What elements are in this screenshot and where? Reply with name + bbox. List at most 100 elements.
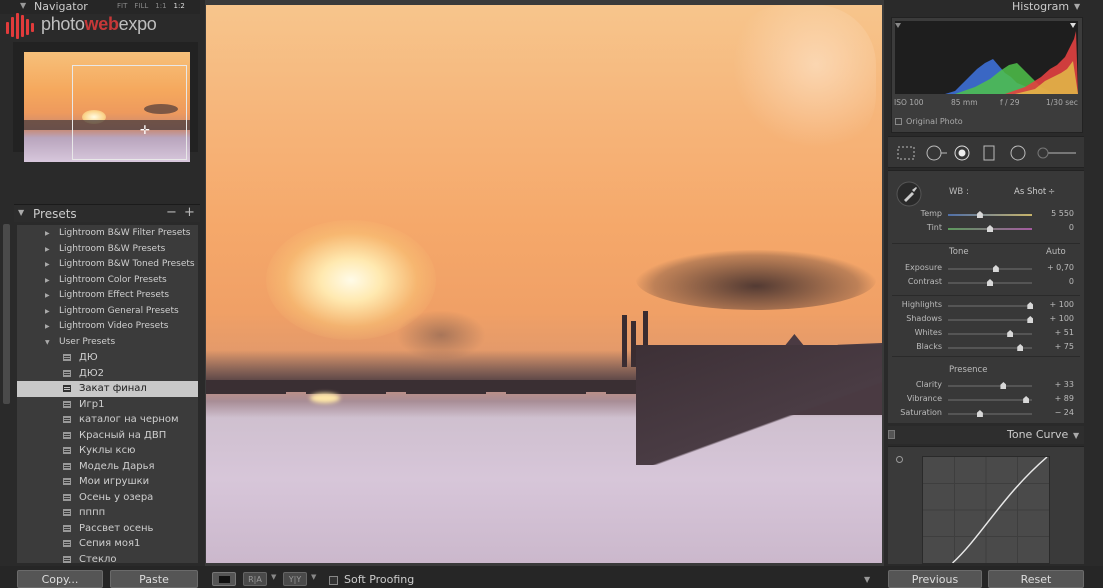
tone-auto-button[interactable]: Auto (1046, 247, 1066, 257)
slider-value[interactable]: + 100 (1034, 314, 1074, 323)
slider-knob[interactable] (1027, 302, 1034, 309)
preset-item[interactable]: Игр1 (17, 397, 198, 413)
preset-item[interactable]: Стекло (17, 552, 198, 563)
folder-expanded-icon[interactable]: ▼ (45, 335, 50, 350)
right-panel-scrollbar[interactable] (1086, 0, 1103, 588)
slider-value[interactable]: 0 (1034, 223, 1074, 232)
preset-folder[interactable]: ▶ Lightroom Video Presets (17, 319, 198, 335)
slider-value[interactable]: 5 550 (1034, 209, 1074, 218)
folder-collapsed-icon[interactable]: ▶ (45, 319, 50, 334)
slider-value[interactable]: + 100 (1034, 300, 1074, 309)
slider-track[interactable] (948, 211, 1032, 218)
slider-knob[interactable] (1023, 396, 1030, 403)
graduated-filter-icon[interactable] (982, 145, 996, 161)
slider-value[interactable]: + 75 (1034, 342, 1074, 351)
preset-folder[interactable]: ▶ Lightroom B&W Presets (17, 242, 198, 258)
slider-value[interactable]: + 89 (1034, 394, 1074, 403)
preset-folder[interactable]: ▶ Lightroom B&W Toned Presets (17, 257, 198, 273)
slider-knob[interactable] (976, 211, 983, 218)
slider-track[interactable] (948, 382, 1032, 389)
folder-collapsed-icon[interactable]: ▶ (45, 242, 50, 257)
slider-track[interactable] (948, 265, 1032, 272)
crop-icon[interactable] (896, 145, 916, 161)
slider-track[interactable] (948, 330, 1032, 337)
remove-preset-button[interactable]: − (166, 205, 177, 220)
preset-item[interactable]: пппп (17, 505, 198, 521)
navigator-thumbnail[interactable]: ✛ (24, 52, 190, 162)
slider-value[interactable]: + 51 (1034, 328, 1074, 337)
preset-folder[interactable]: ▼ User Presets (17, 335, 198, 351)
presets-scrollbar[interactable] (3, 224, 10, 564)
add-preset-button[interactable]: + (184, 205, 195, 220)
slider-track[interactable] (948, 344, 1032, 351)
slider-track[interactable] (948, 396, 1032, 403)
slider-knob[interactable] (987, 225, 993, 232)
preset-folder[interactable]: ▶ Lightroom Effect Presets (17, 288, 198, 304)
slider-value[interactable]: + 33 (1034, 380, 1074, 389)
preset-item[interactable]: Модель Дарья (17, 459, 198, 475)
folder-collapsed-icon[interactable]: ▶ (45, 273, 50, 288)
white-balance-eyedropper-icon[interactable] (896, 181, 922, 207)
reset-button[interactable]: Reset (988, 570, 1084, 588)
radial-filter-icon[interactable] (1008, 145, 1028, 161)
targeted-adjustment-icon[interactable] (896, 456, 903, 463)
preset-item[interactable]: каталог на черном (17, 412, 198, 428)
slider-value[interactable]: + 0,70 (1034, 263, 1074, 272)
slider-track[interactable] (948, 302, 1034, 309)
slider-knob[interactable] (976, 410, 983, 417)
preset-item[interactable]: Мои игрушки (17, 474, 198, 490)
preset-item[interactable]: Осень у озера (17, 490, 198, 506)
dropdown-arrow-icon[interactable]: ▼ (271, 573, 276, 581)
spot-removal-icon[interactable] (924, 145, 948, 161)
tone-curve-graph[interactable] (922, 456, 1050, 564)
preset-item[interactable]: ДЮ2 (17, 366, 198, 382)
slider-track[interactable] (948, 279, 1032, 286)
slider-knob[interactable] (1007, 330, 1014, 337)
preset-item[interactable]: ДЮ (17, 350, 198, 366)
preset-item[interactable]: Красный на ДВП (17, 428, 198, 444)
slider-track[interactable] (948, 410, 1032, 417)
preset-item[interactable]: Сепия моя1 (17, 536, 198, 552)
slider-value[interactable]: − 24 (1034, 408, 1074, 417)
collapse-triangle-icon[interactable]: ▼ (18, 208, 24, 217)
preset-item[interactable]: Рассвет осень (17, 521, 198, 537)
wb-dropdown-arrow-icon[interactable]: ÷ (1048, 187, 1055, 197)
preset-folder[interactable]: ▶ Lightroom B&W Filter Presets (17, 226, 198, 242)
preset-item[interactable]: Закат финал (17, 381, 198, 397)
original-photo-checkbox[interactable] (895, 118, 902, 125)
slider-knob[interactable] (987, 279, 993, 286)
soft-proofing-checkbox[interactable] (329, 576, 338, 585)
folder-collapsed-icon[interactable]: ▶ (45, 257, 50, 272)
folder-collapsed-icon[interactable]: ▶ (45, 226, 50, 241)
collapse-triangle-icon[interactable]: ▼ (1073, 431, 1079, 440)
slider-knob[interactable] (1017, 344, 1024, 351)
copy-button[interactable]: Copy... (17, 570, 103, 588)
slider-knob[interactable] (1027, 316, 1034, 323)
slider-track[interactable] (948, 225, 1032, 232)
slider-value[interactable]: 0 (1034, 277, 1074, 286)
navigator-view-frame[interactable] (72, 65, 187, 160)
folder-collapsed-icon[interactable]: ▶ (45, 304, 50, 319)
folder-collapsed-icon[interactable]: ▶ (45, 288, 50, 303)
collapse-triangle-icon[interactable]: ▼ (1074, 2, 1080, 11)
preset-item[interactable]: Куклы ксю (17, 443, 198, 459)
dropdown-arrow-icon[interactable]: ▼ (311, 573, 316, 581)
before-after-button[interactable]: R|A (243, 572, 267, 586)
slider-track[interactable] (948, 316, 1034, 323)
loupe-view-button[interactable] (212, 572, 236, 586)
wb-select[interactable]: As Shot (1014, 187, 1046, 197)
original-photo-toggle[interactable]: Original Photo (895, 117, 963, 126)
red-eye-icon[interactable] (952, 145, 972, 161)
toolbar-dropdown-icon[interactable]: ▼ (864, 575, 870, 584)
preset-folder[interactable]: ▶ Lightroom Color Presets (17, 273, 198, 289)
previous-button[interactable]: Previous (888, 570, 982, 588)
presets-header[interactable]: ▼ Presets − + (14, 204, 200, 222)
paste-button[interactable]: Paste (110, 570, 198, 588)
main-photo[interactable] (206, 5, 882, 563)
histogram-graph[interactable] (895, 21, 1078, 94)
before-after-swap-button[interactable]: Y|Y (283, 572, 307, 586)
slider-knob[interactable] (1000, 382, 1007, 389)
adjustment-brush-icon[interactable] (1036, 145, 1078, 161)
zoom-1-2[interactable]: 1:2 (174, 2, 185, 10)
slider-knob[interactable] (992, 265, 999, 272)
